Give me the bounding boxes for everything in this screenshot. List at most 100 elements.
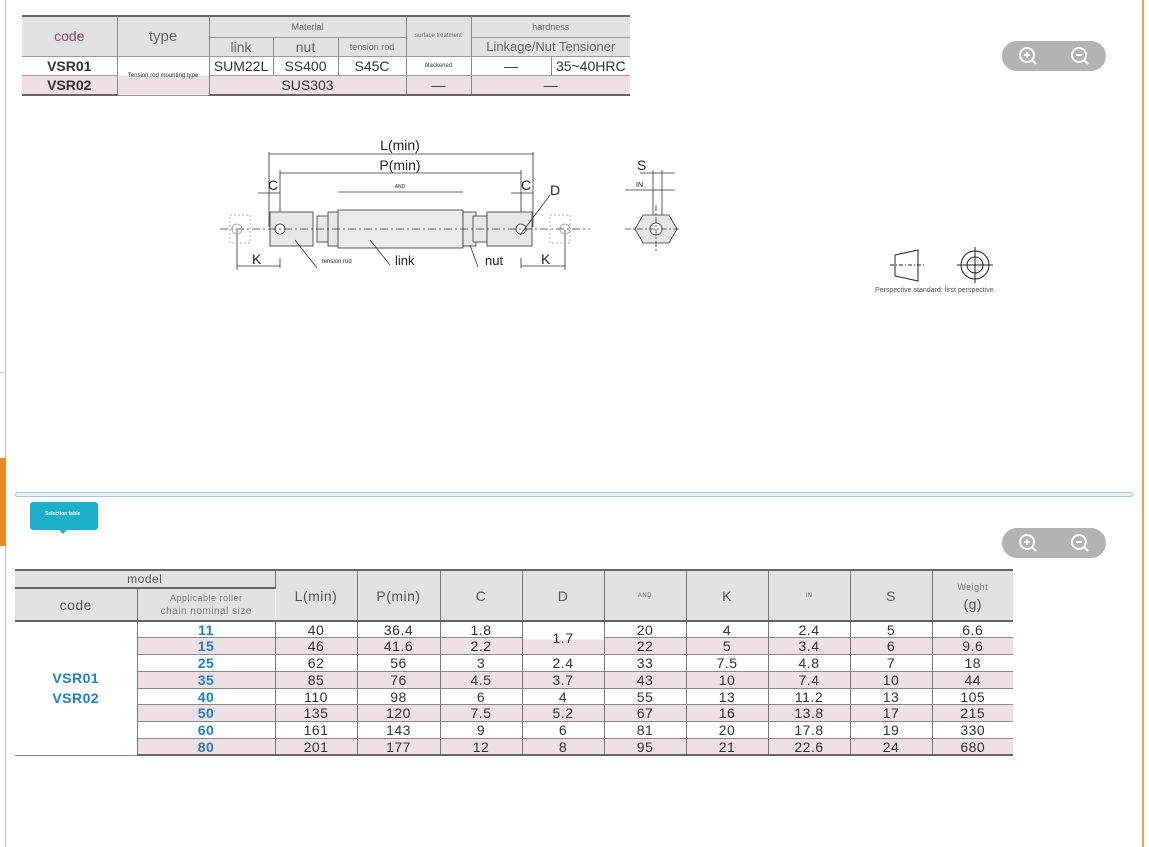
size-cell: 60 [137,721,276,740]
s-cell: 13 [850,688,933,706]
header-l: L(min) [275,569,358,622]
header-code: code [15,587,138,622]
d-cell: 5.2 [522,704,605,723]
left-border-line-lower [5,546,6,847]
d-cell: 6 [522,721,605,740]
w-cell: 18 [932,654,1013,672]
and-cell: 67 [604,704,687,723]
first-angle-projection-icon [890,247,993,283]
s-cell: 7 [850,654,933,672]
zoom-in-icon[interactable] [1018,46,1038,66]
header-link: link [209,37,274,57]
table-row: 80 201 177 12 8 95 21 22.6 24 680 [15,738,1013,757]
l-cell: 201 [275,738,358,757]
in-cell: 7.4 [768,671,851,689]
p-cell: 41.6 [357,637,441,656]
label-link: link [395,253,415,268]
c-cell: 1.8 [440,620,523,639]
w-cell: 680 [932,738,1013,757]
k-cell: 7.5 [686,654,769,672]
header-roller: Applicable roller chain nominal size [137,587,275,622]
in-cell: 22.6 [768,738,851,757]
in-cell: 2.4 [768,620,851,639]
zoom-controls-top [1002,41,1106,71]
zoom-out-icon[interactable] [1070,533,1090,553]
s-cell: 6 [850,637,933,656]
link-cell: SUM22L [209,56,274,76]
zoom-in-icon[interactable] [1018,533,1038,553]
header-c: C [440,569,523,622]
surface-cell: blackened [406,56,472,76]
and-cell: 20 [604,620,687,639]
header-code: code [22,15,118,57]
k-cell: 20 [686,721,769,740]
and-cell: 55 [604,688,687,706]
header-roller-line2: chain nominal size [160,605,252,617]
p-cell: 143 [357,721,441,740]
header-nut: nut [273,37,339,57]
and-cell: 22 [604,637,687,656]
header-material: Material [209,15,407,38]
tension-rod-drawing: L(min) P(min) AND C C D K K tension rod … [220,137,680,270]
c-cell: 2.2 [440,637,523,656]
label-s: S [637,157,646,173]
size-cell: 25 [137,654,276,672]
l-cell: 135 [275,704,358,723]
material-cell: SUS303 [209,75,407,96]
l-cell: 85 [275,671,358,689]
p-cell: 120 [357,704,441,723]
header-hardness: hardness [471,15,631,38]
c-cell: 4.5 [440,671,523,689]
in-cell: 4.8 [768,654,851,672]
c-cell: 9 [440,721,523,740]
table-row: 35 85 76 4.5 3.7 43 10 7.4 10 44 [15,671,1013,689]
label-k-left: K [252,251,262,267]
w-cell: 330 [932,721,1013,740]
code-cell: VSR01 [22,56,118,76]
s-cell: 24 [850,738,933,757]
d-cell: 8 [522,738,605,757]
label-c-right: C [521,177,531,193]
d-cell: 4 [522,688,605,706]
size-cell: 15 [137,637,276,656]
header-weight-unit: (g) [963,596,983,612]
tension-rod-cell: S45C [338,56,407,76]
in-cell: 11.2 [768,688,851,706]
k-cell: 13 [686,688,769,706]
and-cell: 33 [604,654,687,672]
header-surface: surface treatment [406,15,472,57]
header-tension-rod: tension rod [338,37,407,57]
s-cell: 10 [850,671,933,689]
left-accent-bar [0,458,6,546]
c-cell: 6 [440,688,523,706]
header-model: model [15,569,276,589]
l-cell: 46 [275,637,358,656]
zoom-out-icon[interactable] [1070,46,1090,66]
table-row: 60 161 143 9 6 81 20 17.8 19 330 [15,721,1013,740]
l-cell: 62 [275,654,358,672]
size-cell: 35 [137,671,276,689]
label-and: AND [395,184,406,190]
in-cell: 13.8 [768,704,851,723]
l-cell: 161 [275,721,358,740]
size-cell: 50 [137,704,276,723]
k-cell: 21 [686,738,769,757]
p-cell: 36.4 [357,620,441,639]
label-in: IN [636,182,643,189]
and-cell: 81 [604,721,687,740]
c-cell: 3 [440,654,523,672]
k-cell: 4 [686,620,769,639]
hardness-cell: — [471,75,631,96]
zoom-controls-bottom [1002,528,1106,558]
k-cell: 5 [686,637,769,656]
selection-table-tab[interactable]: Selection table [30,502,98,534]
selection-table-tab-label: Selection table [45,511,81,517]
nut-cell: SS400 [273,56,339,76]
label-d: D [550,182,560,198]
c-cell: 12 [440,738,523,757]
section-divider-scrollbar[interactable] [15,492,1133,497]
code-vsr02: VSR02 [52,690,100,707]
label-k-right: K [541,251,551,267]
header-s: S [850,569,933,622]
k-cell: 16 [686,704,769,723]
